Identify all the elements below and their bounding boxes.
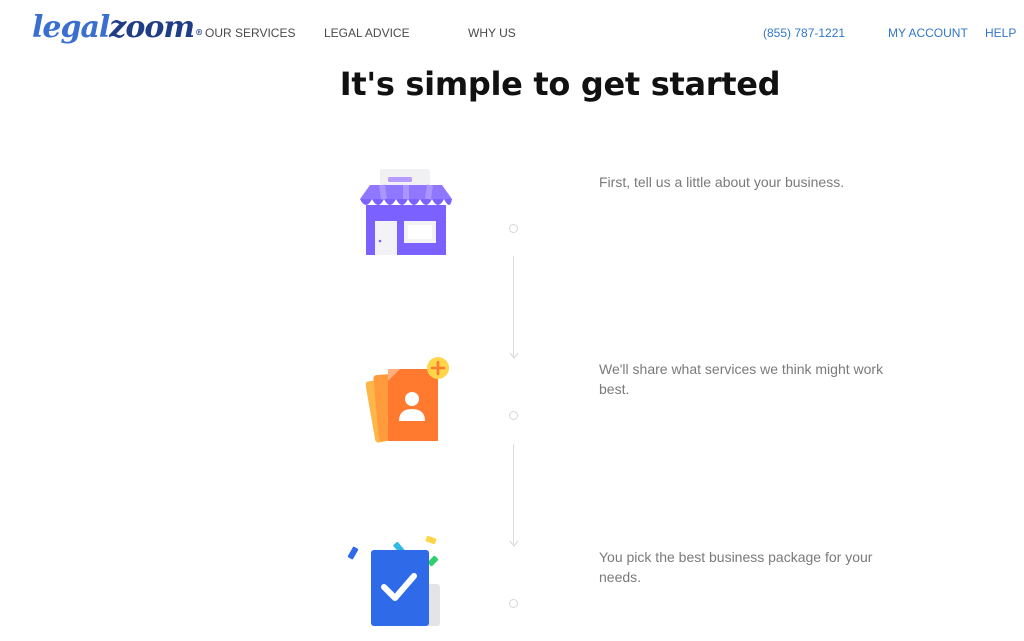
step-3-text: You pick the best business package for y… xyxy=(599,549,873,585)
logo-part-zoom: zoom xyxy=(109,10,195,45)
timeline-dot-1 xyxy=(509,224,518,233)
timeline-dot-3 xyxy=(509,599,518,608)
nav-my-account[interactable]: MY ACCOUNT xyxy=(888,26,968,40)
logo-registered-mark: ® xyxy=(195,27,203,37)
timeline-connector-1 xyxy=(513,256,514,356)
page-title: It's simple to get started xyxy=(339,65,781,103)
nav-why-us[interactable]: WHY US xyxy=(468,26,516,40)
step-1-text: First, tell us a little about your busin… xyxy=(599,174,845,190)
nav-help[interactable]: HELP xyxy=(985,26,1016,40)
timeline-dot-2 xyxy=(509,411,518,420)
legalzoom-logo[interactable]: legalzoom® xyxy=(32,10,203,46)
checklist-confetti-icon xyxy=(344,534,448,630)
page: legalzoom® OUR SERVICES LEGAL ADVICE WHY… xyxy=(0,0,1024,641)
nav-our-services[interactable]: OUR SERVICES xyxy=(205,26,295,40)
step-2-text: We'll share what services we think might… xyxy=(599,361,884,397)
storefront-icon xyxy=(352,165,460,261)
nav-legal-advice[interactable]: LEGAL ADVICE xyxy=(324,26,410,40)
site-header: legalzoom® OUR SERVICES LEGAL ADVICE WHY… xyxy=(0,0,1024,62)
nav-phone-link[interactable]: (855) 787-1221 xyxy=(763,26,845,40)
add-document-icon xyxy=(365,355,456,445)
timeline-connector-2 xyxy=(513,444,514,544)
logo-part-legal: legal xyxy=(32,10,110,45)
